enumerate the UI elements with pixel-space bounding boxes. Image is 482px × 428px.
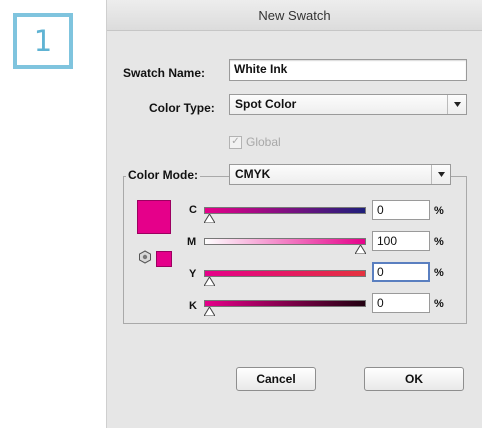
ok-button[interactable]: OK	[364, 367, 464, 391]
global-checkbox[interactable]: ✓	[229, 135, 242, 149]
dialog-title: New Swatch	[107, 0, 482, 31]
spot-color-icon	[139, 250, 151, 264]
chevron-down-icon	[431, 165, 450, 184]
channel-y-input[interactable]: 0	[372, 262, 430, 282]
channel-c-slider[interactable]	[204, 207, 366, 214]
spot-swatch-chip	[156, 251, 172, 267]
channel-k-slider-thumb[interactable]	[204, 307, 215, 316]
color-type-label: Color Type:	[149, 101, 215, 115]
chevron-down-icon	[447, 95, 466, 114]
color-type-value: Spot Color	[235, 97, 297, 111]
global-checkbox-row[interactable]: ✓ Global	[229, 135, 281, 149]
channel-c-slider-thumb[interactable]	[204, 214, 215, 223]
channel-m-slider-thumb[interactable]	[355, 245, 366, 254]
new-swatch-dialog: New Swatch Swatch Name: White Ink Color …	[106, 0, 482, 428]
channel-m-label: M	[187, 236, 197, 248]
color-preview-swatch	[137, 200, 171, 234]
swatch-name-label: Swatch Name:	[123, 66, 206, 80]
color-mode-label: Color Mode:	[126, 168, 200, 182]
channel-m-unit: %	[434, 236, 444, 248]
channel-c-label: C	[189, 204, 197, 216]
channel-k-input[interactable]: 0	[372, 293, 430, 313]
cancel-button[interactable]: Cancel	[236, 367, 316, 391]
channel-m-input[interactable]: 100	[372, 231, 430, 251]
channel-k-slider[interactable]	[204, 300, 366, 307]
channel-y-slider-thumb[interactable]	[204, 277, 215, 286]
color-mode-value: CMYK	[235, 167, 271, 181]
swatch-name-input[interactable]: White Ink	[229, 59, 467, 81]
color-mode-select[interactable]: CMYK	[229, 164, 451, 185]
channel-y-slider[interactable]	[204, 270, 366, 277]
channel-k-label: K	[189, 300, 197, 312]
channel-y-unit: %	[434, 267, 444, 279]
channel-y-label: Y	[189, 268, 197, 280]
channel-k-unit: %	[434, 298, 444, 310]
global-label: Global	[246, 135, 281, 149]
step-number-badge: 1	[13, 13, 73, 69]
channel-m-slider[interactable]	[204, 238, 366, 245]
channel-c-unit: %	[434, 205, 444, 217]
channel-c-input[interactable]: 0	[372, 200, 430, 220]
color-type-select[interactable]: Spot Color	[229, 94, 467, 115]
